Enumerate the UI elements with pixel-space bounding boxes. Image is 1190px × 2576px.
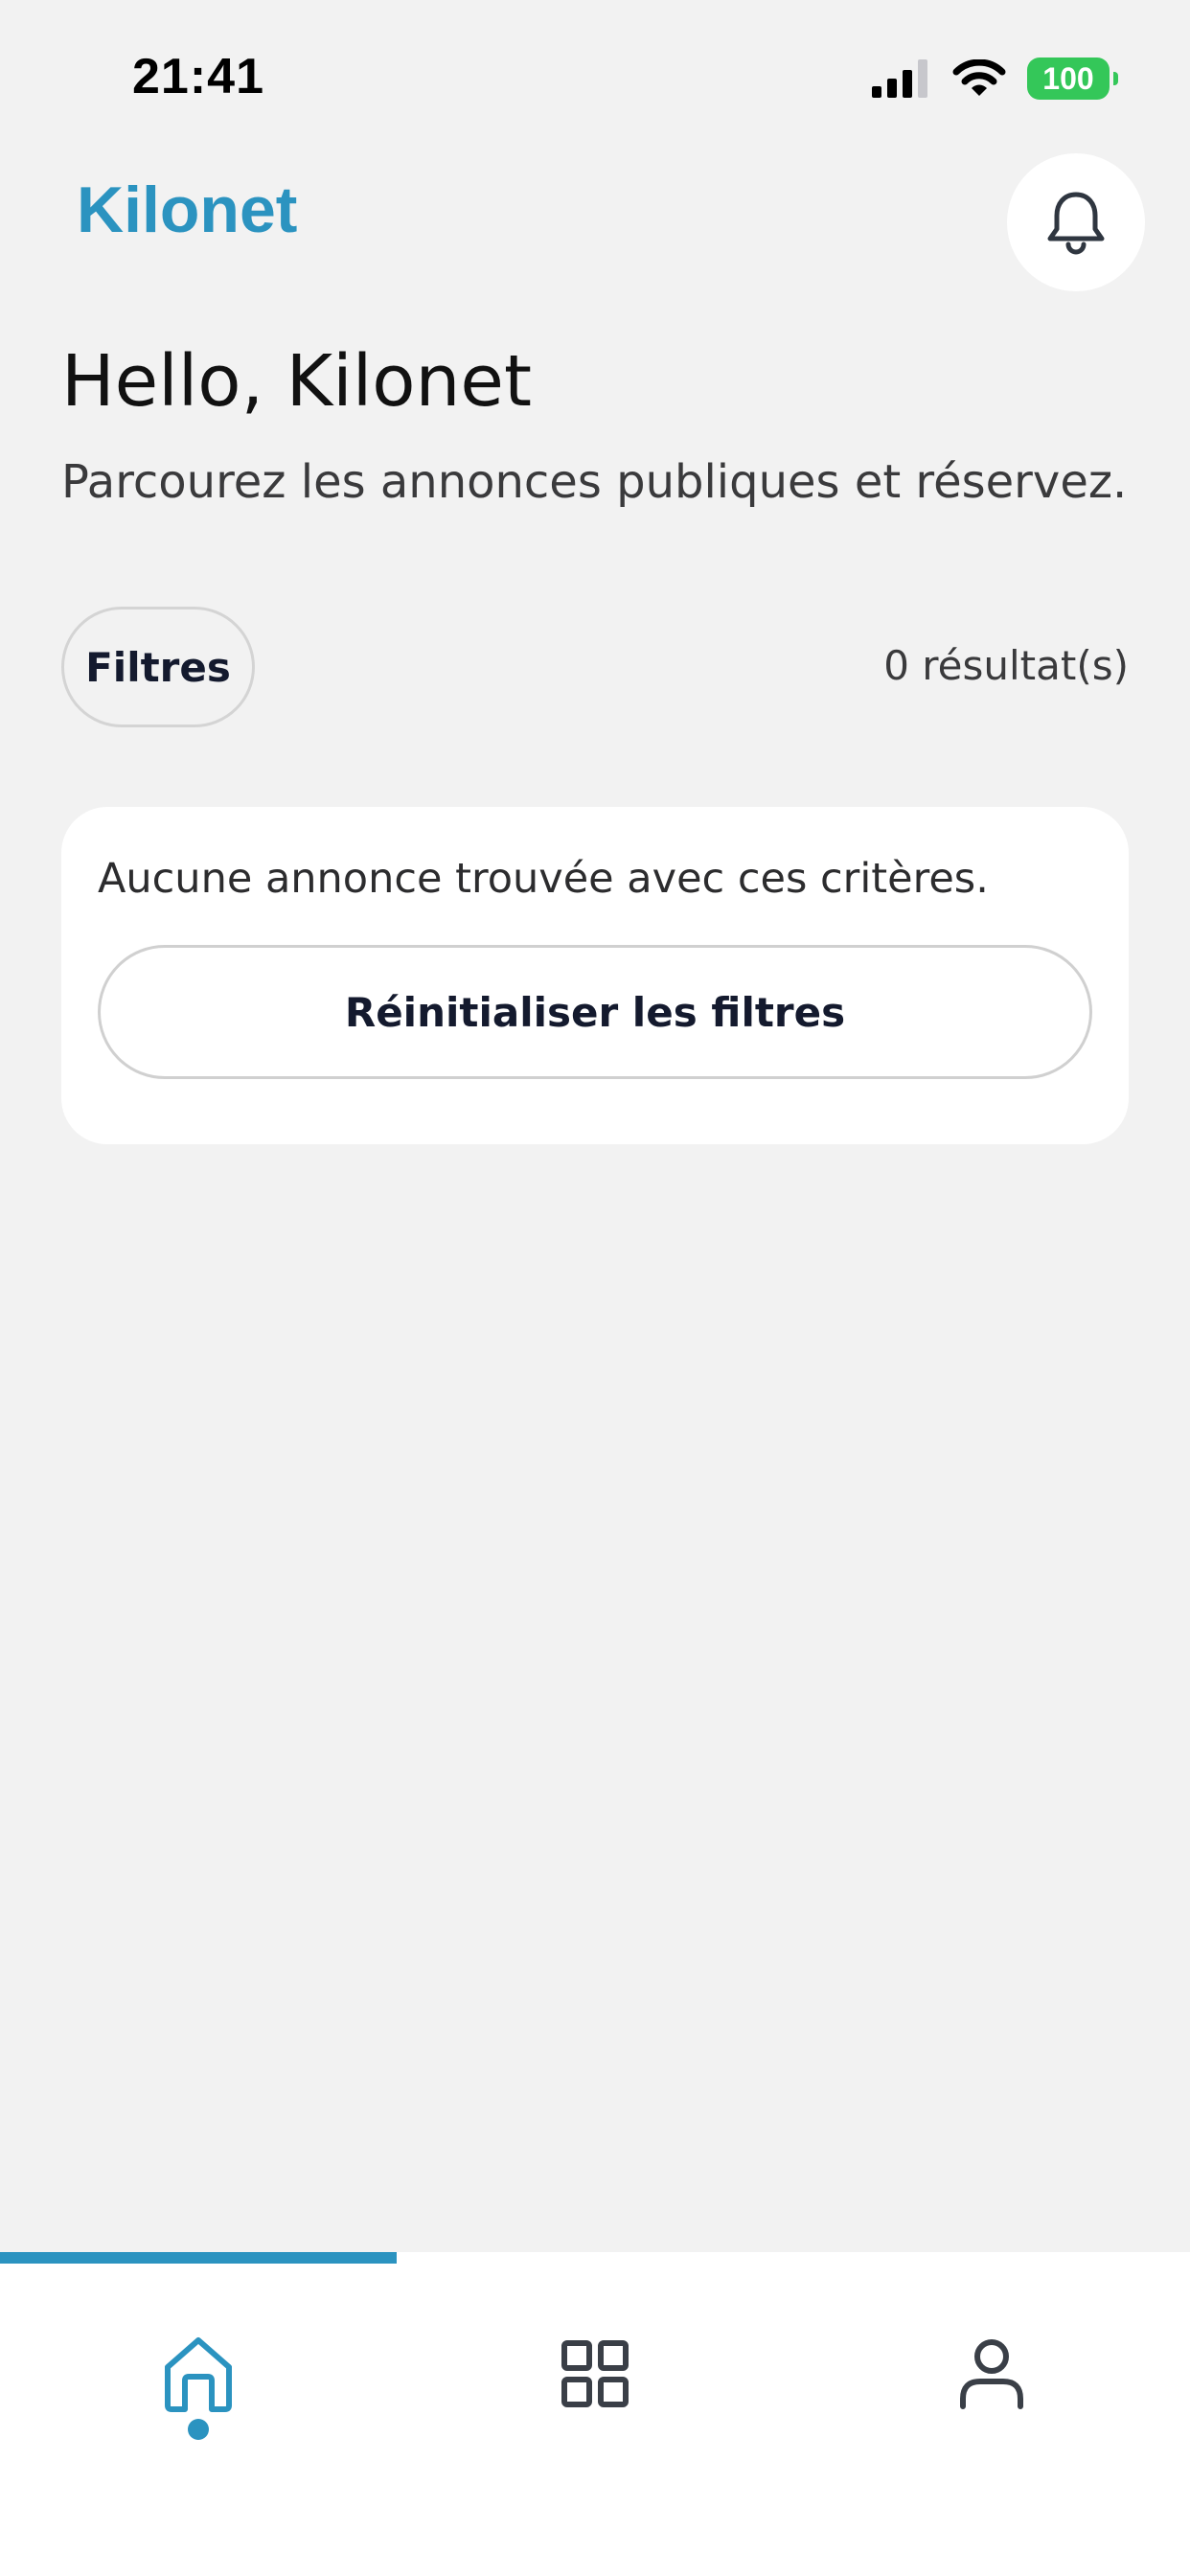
greeting-title: Hello, Kilonet [61,340,532,423]
wifi-icon [952,59,1006,96]
tab-profile[interactable] [793,2264,1190,2484]
greeting-subtitle: Parcourez les annonces publiques et rése… [61,455,1128,509]
tab-home[interactable] [0,2264,397,2484]
status-bar: 21:41 100 [0,0,1190,144]
signal-icon [872,59,927,98]
result-count: 0 résultat(s) [883,642,1129,689]
empty-state-message: Aucune annonce trouvée avec ces critères… [98,855,989,903]
app-screen: 21:41 100 Kilonet Hello, Kilonet Parcour… [0,0,1190,2576]
active-tab-indicator [0,2252,397,2264]
home-icon [165,2337,232,2412]
tab-grid[interactable] [397,2264,793,2484]
user-icon [960,2339,1023,2409]
battery-level: 100 [1042,60,1094,96]
filters-button[interactable]: Filtres [61,607,255,727]
status-time: 21:41 [132,49,264,104]
active-tab-dot [188,2419,209,2440]
tab-bar [0,2252,1190,2576]
status-icons: 100 [872,58,1118,100]
grid-icon [561,2340,629,2407]
reset-filters-button[interactable]: Réinitialiser les filtres [98,945,1092,1079]
brand-logo: Kilonet [77,173,298,246]
bell-icon [1047,192,1105,255]
notifications-button[interactable] [1007,153,1145,291]
empty-state-card: Aucune annonce trouvée avec ces critères… [61,807,1129,1144]
battery-icon: 100 [1027,58,1118,100]
